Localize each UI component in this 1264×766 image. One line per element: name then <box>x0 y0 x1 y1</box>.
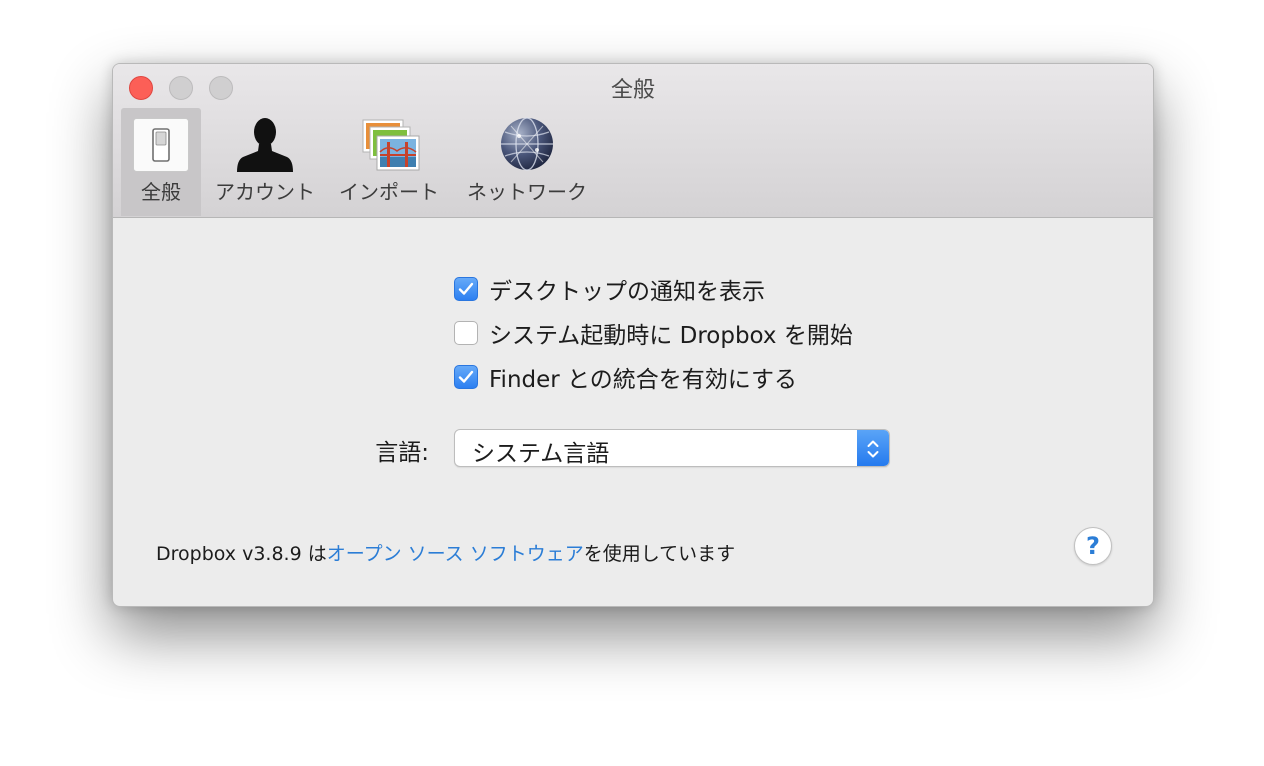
tab-general[interactable]: 全般 <box>121 108 201 216</box>
option-finder-integration[interactable]: Finder との統合を有効にする <box>454 360 797 394</box>
start-on-login-checkbox[interactable] <box>454 321 478 345</box>
desktop-notifications-checkbox[interactable] <box>454 277 478 301</box>
general-switch-icon <box>133 118 189 176</box>
tab-network[interactable]: ネットワーク <box>457 108 597 216</box>
checkmark-icon <box>458 282 474 295</box>
language-select[interactable]: システム言語 <box>454 429 890 467</box>
window-title: 全般 <box>610 78 655 103</box>
language-label: 言語: <box>375 440 429 466</box>
help-question-icon: ? <box>1086 532 1100 560</box>
desktop-notifications-label: デスクトップの通知を表示 <box>489 279 765 305</box>
checkmark-icon <box>458 370 474 383</box>
start-on-login-label: システム起動時に Dropbox を開始 <box>489 323 853 349</box>
import-photos-icon <box>361 118 421 178</box>
language-select-value: システム言語 <box>472 441 610 467</box>
tab-general-label: 全般 <box>141 180 181 204</box>
open-source-notice-prefix: Dropbox v3.8.9 は <box>156 543 327 565</box>
open-source-software-link[interactable]: オープン ソース ソフトウェア <box>327 543 584 565</box>
tab-import-label: インポート <box>339 180 439 204</box>
tab-network-label: ネットワーク <box>467 180 587 204</box>
up-down-chevrons-icon <box>857 430 889 466</box>
option-start-on-login[interactable]: システム起動時に Dropbox を開始 <box>454 316 853 350</box>
tab-account[interactable]: アカウント <box>207 108 323 216</box>
tab-account-label: アカウント <box>215 180 315 204</box>
finder-integration-label: Finder との統合を有効にする <box>489 367 798 393</box>
network-globe-icon <box>499 116 555 176</box>
option-desktop-notifications[interactable]: デスクトップの通知を表示 <box>454 272 765 306</box>
help-button[interactable]: ? <box>1074 527 1112 565</box>
open-source-notice: Dropbox v3.8.9 はオープン ソース ソフトウェアを使用しています <box>156 539 735 566</box>
toolbar: 全般 全般 アカウント インポート ネットワーク <box>113 64 1153 218</box>
preferences-window: 全般 全般 アカウント インポート ネットワーク デスクトップの通知を表示 シス… <box>112 63 1154 607</box>
open-source-notice-suffix: を使用しています <box>583 543 736 565</box>
finder-integration-checkbox[interactable] <box>454 365 478 389</box>
tab-import[interactable]: インポート <box>331 108 447 216</box>
account-silhouette-icon <box>235 114 295 178</box>
